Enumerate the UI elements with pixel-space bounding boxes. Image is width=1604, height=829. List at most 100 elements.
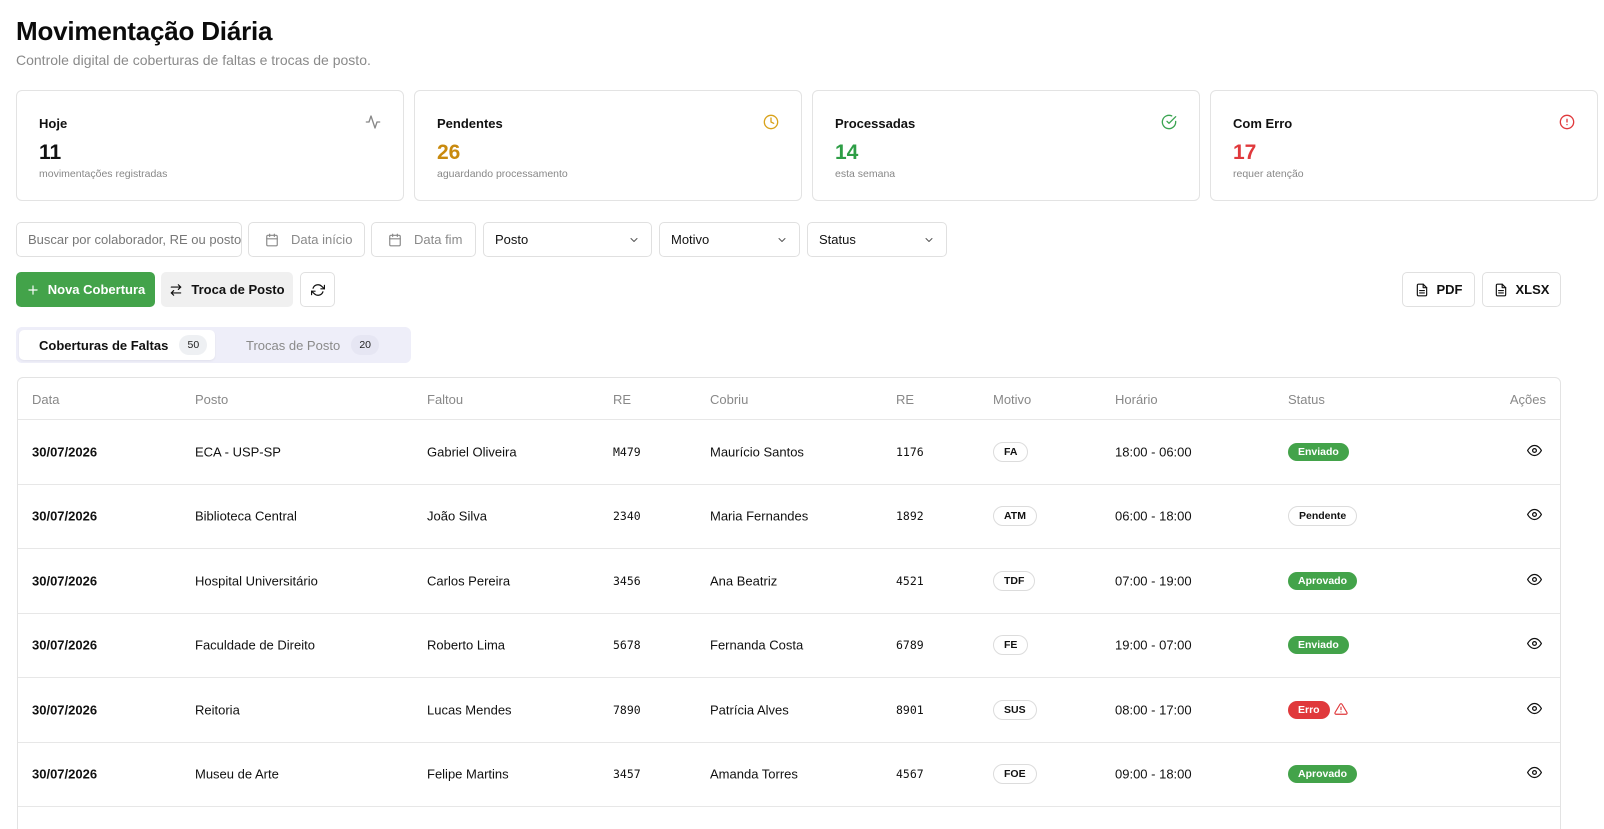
swap-icon	[171, 283, 182, 296]
tab-coberturas[interactable]: Coberturas de Faltas 50	[19, 330, 215, 360]
cell-posto: Hospital Universitário	[195, 573, 318, 589]
column-header: Cobriu	[710, 392, 749, 407]
cell-horario: 07:00 - 19:00	[1115, 573, 1192, 589]
tab-count-badge: 50	[179, 335, 208, 355]
eye-icon	[1527, 509, 1542, 521]
table-row: 30/07/2026 Biblioteca Central João Silva 23…	[18, 485, 1560, 549]
motivo-badge: ATM	[993, 506, 1037, 527]
date-end-picker[interactable]: Data fim	[371, 222, 476, 257]
stat-card-pendentes: Pendentes 26 aguardando processamento	[414, 90, 802, 201]
cell-motivo: FA	[993, 441, 1029, 462]
page-subtitle: Controle digital de coberturas de faltas…	[16, 52, 371, 68]
table-row: 30/07/2026 Reitoria Lucas Mendes 7890 Patríc…	[18, 678, 1560, 743]
search-input[interactable]	[17, 232, 241, 247]
status-badge: Enviado	[1288, 636, 1349, 655]
cell-status: Aprovado	[1288, 765, 1358, 784]
export-pdf-button[interactable]: PDF	[1402, 272, 1475, 307]
cell-motivo: FE	[993, 635, 1029, 656]
tab-label: Coberturas de Faltas	[39, 337, 169, 353]
motivo-badge: FE	[993, 635, 1029, 656]
stat-card-desc: requer atenção	[1233, 168, 1304, 180]
view-button[interactable]	[1527, 507, 1542, 525]
cell-faltou: João Silva	[427, 508, 487, 524]
date-start-picker[interactable]: Data início	[248, 222, 365, 257]
cell-re-faltou: 2340	[613, 509, 641, 524]
cell-cobriu: Ana Beatriz	[710, 573, 778, 589]
cell-re-faltou: M479	[613, 444, 641, 459]
view-button[interactable]	[1527, 572, 1542, 590]
cell-re-cobriu: 8901	[896, 702, 924, 717]
cell-status: Enviado	[1288, 442, 1349, 461]
view-button[interactable]	[1527, 701, 1542, 719]
cell-faltou: Carlos Pereira	[427, 573, 511, 589]
export-xlsx-button[interactable]: XLSX	[1482, 272, 1561, 307]
stat-card-desc: esta semana	[835, 168, 896, 180]
new-coverage-button[interactable]: Nova Cobertura	[16, 272, 155, 307]
cell-posto: Reitoria	[195, 702, 240, 718]
export-xlsx-label: XLSX	[1515, 282, 1550, 297]
eye-icon	[1527, 702, 1542, 714]
column-header: Status	[1288, 392, 1325, 407]
chevron-down-icon	[630, 237, 638, 242]
stat-card-desc: movimentações registradas	[39, 168, 168, 180]
column-header: Motivo	[993, 392, 1032, 407]
eye-icon	[1527, 444, 1542, 456]
column-header: Posto	[195, 392, 229, 407]
motivo-select[interactable]: Motivo	[659, 222, 800, 257]
refresh-button[interactable]	[300, 272, 335, 307]
cell-faltou: Lucas Mendes	[427, 702, 512, 718]
file-icon	[1416, 283, 1427, 296]
motivo-badge: FA	[993, 441, 1029, 462]
cell-faltou: Roberto Lima	[427, 637, 506, 653]
status-select[interactable]: Status	[807, 222, 947, 257]
cell-data: 30/07/2026	[32, 444, 98, 460]
posto-select[interactable]: Posto	[483, 222, 652, 257]
plus-icon	[28, 284, 38, 295]
cell-faltou: Gabriel Oliveira	[427, 444, 517, 460]
stat-card-hoje: Hoje 11 movimentações registradas	[16, 90, 404, 201]
coverage-table: Data Posto Faltou RE Cobriu RE Motivo Ho…	[17, 377, 1561, 829]
table-header: Data Posto Faltou RE Cobriu RE Motivo Ho…	[18, 378, 1560, 420]
column-header: Ações	[1509, 392, 1546, 407]
eye-icon	[1527, 573, 1542, 585]
view-button[interactable]	[1527, 765, 1542, 783]
new-coverage-label: Nova Cobertura	[47, 282, 146, 297]
table-row: 30/07/2026 Museu de Arte Felipe Martins 345…	[18, 743, 1560, 807]
view-button[interactable]	[1527, 443, 1542, 461]
status-badge: Aprovado	[1288, 571, 1358, 590]
stat-card-label: Pendentes	[437, 116, 503, 131]
cell-posto: ECA - USP-SP	[195, 444, 281, 460]
stat-cards: Hoje 11 movimentações registradas Penden…	[16, 90, 1598, 201]
cell-cobriu: Maurício Santos	[710, 444, 804, 460]
view-button[interactable]	[1527, 636, 1542, 654]
tab-list: Coberturas de Faltas 50 Trocas de Posto …	[16, 327, 411, 363]
tab-count-badge: 20	[351, 335, 380, 355]
refresh-icon	[310, 283, 325, 296]
chevron-down-icon	[778, 237, 786, 242]
cell-re-cobriu: 4567	[896, 767, 924, 782]
eye-icon	[1527, 767, 1542, 779]
cell-re-faltou: 3457	[613, 767, 641, 782]
activity-icon	[365, 115, 381, 129]
status-badge: Pendente	[1288, 506, 1358, 527]
cell-data: 30/07/2026	[32, 637, 98, 653]
stat-card-label: Com Erro	[1233, 116, 1293, 131]
stat-card-desc: aguardando processamento	[437, 168, 568, 180]
cell-motivo: ATM	[993, 506, 1037, 527]
tab-trocas[interactable]: Trocas de Posto 20	[224, 330, 404, 360]
search-field	[16, 222, 242, 257]
motivo-badge: TDF	[993, 570, 1036, 591]
cell-motivo: SUS	[993, 699, 1037, 720]
alert-circle-icon	[1559, 114, 1575, 130]
motivo-badge: FOE	[993, 764, 1037, 785]
date-start-label: Data início	[291, 232, 353, 247]
column-header: Faltou	[427, 392, 464, 407]
cell-posto: Faculdade de Direito	[195, 637, 315, 653]
swap-post-button[interactable]: Troca de Posto	[161, 272, 293, 307]
page: Movimentação Diária Controle digital de …	[0, 0, 1604, 829]
cell-status: Aprovado	[1288, 571, 1358, 590]
stat-card-com-erro: Com Erro 17 requer atenção	[1210, 90, 1598, 201]
cell-posto: Museu de Arte	[195, 766, 279, 782]
export-pdf-label: PDF	[1436, 282, 1463, 297]
cell-status: Pendente	[1288, 506, 1358, 527]
